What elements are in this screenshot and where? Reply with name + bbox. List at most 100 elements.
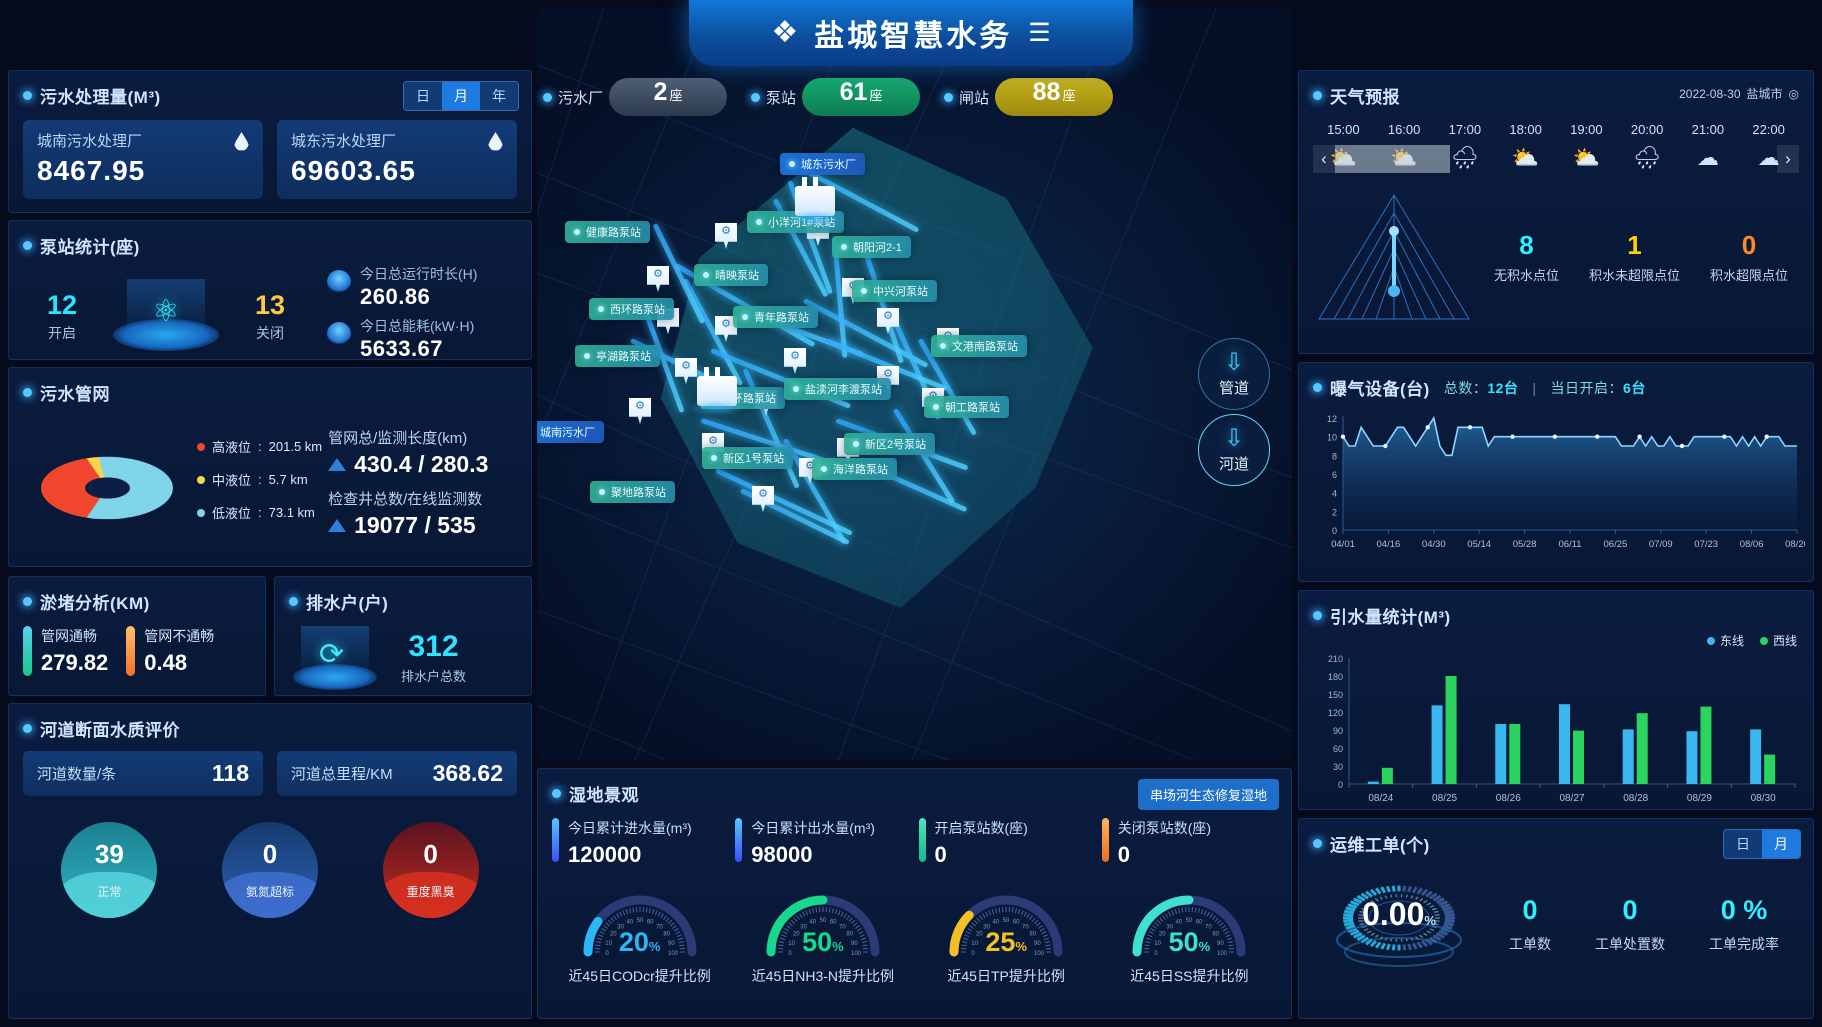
chip-pump-number: 61 (839, 78, 868, 106)
toggle-year[interactable]: 年 (480, 82, 518, 110)
svg-text:50: 50 (636, 918, 643, 924)
weather-scroll-track[interactable] (1335, 145, 1777, 173)
order-toggle-day[interactable]: 日 (1724, 830, 1762, 858)
panel-title-diversion: 引水量统计(M³) (1299, 591, 1813, 628)
manhole-count-value: 19077 / 535 (354, 512, 476, 538)
weather-prev-arrow[interactable]: ‹ (1313, 145, 1335, 173)
map-site-label-text: 海洋路泵站 (833, 464, 888, 476)
waterlevel-under-value: 1 (1627, 230, 1642, 260)
waterlevel-over-label: 积水超限点位 (1709, 268, 1788, 283)
svg-text:30: 30 (1333, 762, 1343, 772)
facility-chip-row: 污水厂 2 座 泵站 61 座 闸站 88 座 (537, 78, 1292, 116)
order-toggle-month[interactable]: 月 (1762, 830, 1800, 858)
map-site-label[interactable]: 新区1号泵站 (702, 447, 794, 469)
map-site-label[interactable]: 青年路泵站 (733, 306, 818, 328)
legend-west[interactable]: 西线 (1759, 632, 1797, 649)
sewage-treatment-panel: 污水处理量(M³) 日 月 年 城南污水处理厂 8467.95 城东污水处理厂 … (8, 70, 532, 213)
map-layer-pipeline-button[interactable]: ⇩ 管道 (1198, 338, 1270, 410)
toggle-day[interactable]: 日 (404, 82, 442, 110)
map-site-label[interactable]: 中兴河泵站 (852, 280, 937, 302)
map-site-label[interactable]: 城东污水厂 (780, 153, 865, 175)
map-site-label[interactable]: 城南污水厂 (537, 421, 604, 443)
runtime-icon (327, 270, 351, 294)
diversion-bar-chart: 东线 西线 210 180 150 120 90 60 30 0 08/24 08/25 08/26… (1299, 628, 1813, 825)
map-site-label[interactable]: 西环路泵站 (589, 298, 674, 320)
map-site-label[interactable]: 朝工路泵站 (924, 396, 1009, 418)
weather-scroll-thumb[interactable] (1335, 145, 1450, 173)
svg-text:60: 60 (646, 920, 653, 926)
map-site-label[interactable]: 新区2号泵站 (844, 433, 936, 455)
weather-forecast-panel: 天气预报 2022-08-30 盐城市 ◎ 15:00⛅16:00⛅17:00🌧… (1298, 70, 1814, 354)
donut-3d (41, 429, 173, 547)
svg-text:08/06: 08/06 (1740, 539, 1764, 550)
map-site-label[interactable]: 健康路泵站 (565, 221, 650, 243)
map-site-label[interactable]: 盐渎河李渡泵站 (784, 378, 891, 400)
map-site-label[interactable]: 晴映泵站 (694, 264, 768, 286)
chip-value-plant[interactable]: 2 座 (609, 78, 728, 116)
map-site-label[interactable]: 文港南路泵站 (931, 335, 1027, 357)
legend-label-east: 东线 (1719, 634, 1744, 648)
svg-text:2: 2 (1332, 507, 1337, 517)
river-length-value: 368.62 (432, 760, 503, 786)
plant-card-row: 城南污水处理厂 8467.95 城东污水处理厂 69603.65 (9, 108, 531, 211)
water-diversion-panel: 引水量统计(M³) 东线 西线 210 180 150 120 90 60 30 0 08/24… (1298, 590, 1814, 810)
map-site-label[interactable]: 海洋路泵站 (812, 458, 897, 480)
weather-city: 盐城市 (1746, 87, 1783, 101)
waterlevel-over-stat: 0 积水超限点位 (1710, 230, 1788, 284)
legend-swatch-high (197, 442, 205, 451)
manhole-count-label: 检查井总数/在线监测数 (328, 491, 483, 508)
pump-runtime-value: 260.86 (360, 284, 431, 309)
map-plant-east-icon[interactable] (786, 177, 844, 226)
wetland-site-button[interactable]: 串场河生态修复湿地 (1137, 779, 1279, 810)
gauge-arc: 0 10 20 30 40 50 60 70 80 90 100 25% (940, 882, 1072, 960)
app-header: ❖ 盐城智慧水务 ☰ (689, 0, 1133, 66)
map-site-label[interactable]: 亭湖路泵站 (575, 345, 660, 367)
silt-item-blocked: 管网不通畅 0.48 (126, 626, 214, 676)
gauge-label: 近45日NH3-N提升比例 (751, 968, 895, 984)
quality-circle-blackodor[interactable]: 0 重度黑臭 (382, 822, 479, 918)
svg-text:07/23: 07/23 (1694, 539, 1718, 550)
weather-next-arrow[interactable]: › (1777, 145, 1799, 173)
gauge-value: 50% (802, 927, 844, 957)
drainage-household-panel: 排水户(户) ⟳ 312 排水户总数 (274, 576, 532, 696)
wetland-pumpoff-value: 0 (1117, 842, 1130, 867)
map-site-label[interactable]: 聚地路泵站 (590, 481, 675, 503)
quality-circle-ammonia[interactable]: 0 氨氮超标 (221, 822, 318, 918)
toggle-month[interactable]: 月 (442, 82, 480, 110)
kpi-bar (735, 818, 743, 862)
river-count-value: 118 (211, 760, 249, 786)
quality-value-ammonia: 0 (262, 838, 278, 869)
order-completion-gauge: 0.00% (1311, 862, 1487, 986)
quality-circle-normal[interactable]: 39 正常 (61, 822, 158, 918)
aeration-total-label: 总数： (1443, 379, 1488, 396)
chip-label-pump: 泵站 (751, 87, 796, 108)
river-count-label: 河道数量/条 (37, 766, 117, 783)
order-count-value: 0 (1522, 894, 1538, 925)
legend-east[interactable]: 东线 (1706, 632, 1744, 649)
diversion-legend: 东线 西线 (1706, 632, 1797, 649)
pump-off-label: 关闭 (256, 324, 284, 341)
sewage-period-toggle[interactable]: 日 月 年 (403, 81, 519, 111)
map-site-label[interactable]: 朝阳河2-1 (832, 236, 911, 258)
city-map[interactable]: ⚙⚙⚙⚙⚙⚙⚙⚙⚙⚙⚙⚙⚙⚙⚙⚙⚙⚙ 城东污水厂城南污水厂小洋河1#泵站朝阳河2… (537, 8, 1292, 760)
hamburger-menu-icon[interactable]: ☰ (1028, 18, 1050, 48)
plant-card-south[interactable]: 城南污水处理厂 8467.95 (23, 120, 263, 199)
svg-text:50: 50 (1003, 918, 1010, 924)
plant-value-south: 8467.95 (37, 155, 146, 186)
map-layer-river-button[interactable]: ⇩ 河道 (1198, 414, 1270, 486)
map-layer-pipeline-label: 管道 (1218, 379, 1249, 397)
kpi-bar (1101, 818, 1109, 862)
bullet-icon (23, 597, 32, 606)
map-plant-south-icon[interactable] (688, 367, 746, 416)
plant-card-east[interactable]: 城东污水处理厂 69603.65 (277, 120, 517, 199)
bullet-icon (1313, 383, 1322, 392)
bullet-icon (703, 272, 709, 278)
svg-text:10: 10 (1327, 433, 1337, 443)
weather-scrollbar[interactable]: ‹ › (1313, 145, 1799, 173)
waterlevel-none-stat: 8 无积水点位 (1494, 230, 1559, 284)
svg-text:08/26: 08/26 (1496, 793, 1521, 804)
chip-value-pump[interactable]: 61 座 (802, 78, 921, 116)
pump-daily-stats: 今日总运行时长(H) 260.86 今日总能耗(kW·H) 5633.67 (327, 264, 477, 368)
chip-value-gate[interactable]: 88 座 (995, 78, 1114, 116)
order-period-toggle[interactable]: 日 月 (1723, 829, 1801, 859)
